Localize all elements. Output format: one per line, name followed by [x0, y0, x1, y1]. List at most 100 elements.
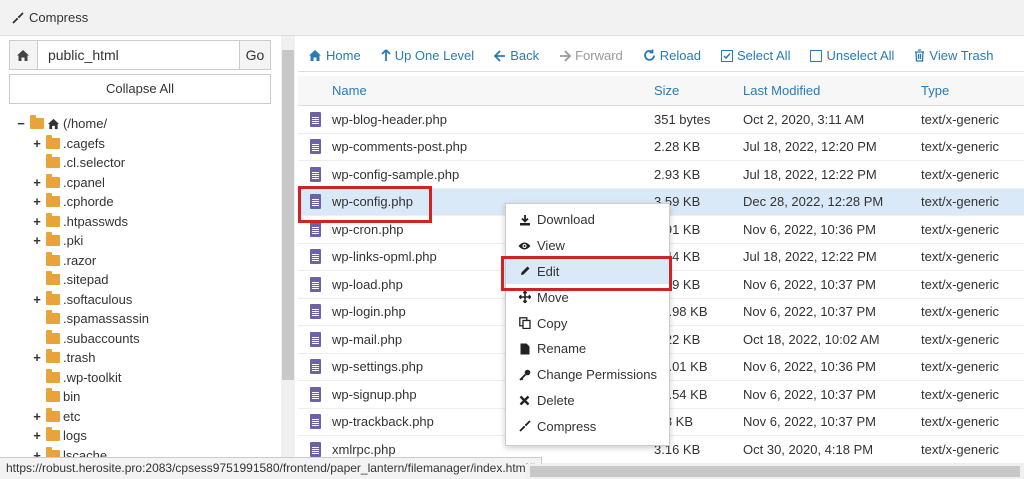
- unselect-all-button[interactable]: Unselect All: [800, 48, 904, 63]
- up-one-level-button[interactable]: Up One Level: [371, 48, 485, 63]
- eye-icon: [518, 241, 531, 251]
- expand-icon[interactable]: +: [32, 428, 42, 443]
- collapse-icon[interactable]: −: [16, 116, 26, 131]
- file-last-modified: Oct 2, 2020, 3:11 AM: [743, 111, 865, 127]
- directory-tree: − (/home/ + .cagefs .cl.selector + .cpanel + .cp…: [16, 114, 278, 465]
- file-last-modified: Nov 6, 2022, 10:37 PM: [743, 304, 876, 320]
- home-icon: [309, 50, 321, 61]
- expand-icon[interactable]: +: [32, 409, 42, 424]
- file-last-modified: Nov 6, 2022, 10:36 PM: [743, 359, 876, 375]
- tree-item[interactable]: + .htpasswds: [16, 212, 278, 232]
- file-icon: [309, 249, 321, 265]
- forward-button[interactable]: Forward: [549, 48, 633, 63]
- file-nav-toolbar: Home Up One Level Back Forward Reload Se…: [298, 40, 1024, 72]
- tree-item[interactable]: − (/home/: [16, 114, 278, 134]
- tree-item[interactable]: + .softaculous: [16, 290, 278, 310]
- file-icon: [309, 111, 321, 127]
- folder-icon: [46, 134, 60, 149]
- delete-icon: [518, 395, 531, 406]
- table-row[interactable]: wp-comments-post.php 2.28 KB Jul 18, 2022,…: [298, 134, 1024, 161]
- expand-icon[interactable]: +: [32, 350, 42, 365]
- table-row[interactable]: wp-config-sample.php 2.93 KB Jul 18, 2022,…: [298, 161, 1024, 189]
- folder-icon: [46, 173, 60, 188]
- expand-icon[interactable]: +: [32, 233, 42, 248]
- back-label: Back: [510, 48, 540, 63]
- expand-icon[interactable]: +: [32, 136, 42, 151]
- folder-icon: [46, 427, 60, 442]
- tree-item[interactable]: .razor: [16, 251, 278, 271]
- directory-panel: Go Collapse All − (/home/ + .cagefs .cl.sele…: [0, 36, 280, 479]
- tree-item[interactable]: .subaccounts: [16, 329, 278, 349]
- tree-item[interactable]: + logs: [16, 426, 278, 446]
- expand-icon[interactable]: +: [32, 214, 42, 229]
- menu-item-rename[interactable]: Rename: [506, 336, 669, 362]
- trash-icon: [915, 49, 925, 62]
- reload-icon: [643, 49, 655, 61]
- header-name[interactable]: Name: [332, 83, 654, 98]
- horizontal-scrollbar[interactable]: [526, 464, 1024, 479]
- go-button[interactable]: Go: [238, 41, 270, 69]
- path-input[interactable]: [37, 41, 239, 69]
- tree-item-label: .sitepad: [63, 272, 109, 288]
- view-trash-label: View Trash: [929, 48, 994, 63]
- folder-icon: [46, 349, 60, 364]
- reload-button[interactable]: Reload: [633, 48, 711, 63]
- path-bar: Go: [9, 40, 271, 70]
- path-home-button[interactable]: [10, 41, 38, 69]
- back-button[interactable]: Back: [484, 48, 549, 63]
- expand-icon[interactable]: +: [32, 194, 42, 209]
- file-type: text/x-generic: [921, 441, 1000, 457]
- header-size[interactable]: Size: [654, 83, 743, 98]
- home-button[interactable]: Home: [298, 48, 371, 63]
- header-type[interactable]: Type: [921, 83, 1024, 98]
- download-icon: [518, 214, 531, 226]
- menu-item-change-permissions[interactable]: Change Permissions: [506, 362, 669, 388]
- expand-icon[interactable]: +: [32, 292, 42, 307]
- menu-item-download[interactable]: Download: [506, 207, 669, 233]
- folder-icon: [46, 212, 60, 227]
- left-scrollbar-thumb[interactable]: [282, 50, 294, 380]
- tree-item[interactable]: bin: [16, 387, 278, 407]
- tree-item-label: .spamassassin: [63, 311, 149, 327]
- tree-item[interactable]: + .pki: [16, 231, 278, 251]
- tree-item-label: .htpasswds: [63, 213, 129, 229]
- folder-icon: [46, 271, 60, 286]
- file-size: 2.28 KB: [654, 139, 701, 155]
- tree-item[interactable]: + .cpanel: [16, 173, 278, 193]
- tree-item-label: .pki: [63, 233, 84, 249]
- file-last-modified: Nov 6, 2022, 10:37 PM: [743, 386, 876, 402]
- tree-item[interactable]: + .trash: [16, 348, 278, 368]
- file-last-modified: Jul 18, 2022, 12:20 PM: [743, 139, 877, 155]
- view-trash-button[interactable]: View Trash: [904, 48, 1003, 63]
- menu-item-compress[interactable]: Compress: [506, 413, 669, 439]
- tree-item[interactable]: + etc: [16, 407, 278, 427]
- tree-item[interactable]: + .cphorde: [16, 192, 278, 212]
- tree-item[interactable]: + .cagefs: [16, 134, 278, 154]
- tree-item-label: .subaccounts: [63, 330, 140, 346]
- menu-item-label: Rename: [537, 341, 587, 357]
- tree-item[interactable]: .spamassassin: [16, 309, 278, 329]
- file-name: wp-blog-header.php: [332, 111, 447, 127]
- file-name: wp-comments-post.php: [332, 139, 468, 155]
- menu-item-view[interactable]: View: [506, 233, 669, 259]
- file-last-modified: Dec 28, 2022, 12:28 PM: [743, 194, 884, 210]
- menu-item-label: Download: [537, 212, 595, 228]
- compress-button[interactable]: Compress: [12, 10, 88, 25]
- checked-box-icon: [720, 49, 733, 62]
- tree-item[interactable]: .cl.selector: [16, 153, 278, 173]
- key-icon: [518, 369, 531, 381]
- tree-item[interactable]: .wp-toolkit: [16, 368, 278, 388]
- tree-item-label: .wp-toolkit: [63, 369, 122, 385]
- horizontal-scrollbar-thumb[interactable]: [530, 466, 1020, 477]
- menu-item-delete[interactable]: Delete: [506, 388, 669, 414]
- menu-item-label: Move: [537, 289, 569, 305]
- header-last-modified[interactable]: Last Modified: [743, 83, 921, 98]
- expand-icon[interactable]: +: [32, 175, 42, 190]
- menu-item-copy[interactable]: Copy: [506, 310, 669, 336]
- tree-item[interactable]: .sitepad: [16, 270, 278, 290]
- collapse-all-button[interactable]: Collapse All: [9, 74, 271, 104]
- table-row[interactable]: wp-blog-header.php 351 bytes Oct 2, 2020, …: [298, 106, 1024, 134]
- select-all-button[interactable]: Select All: [711, 48, 800, 63]
- file-icon-cell: [298, 139, 332, 155]
- left-scrollbar[interactable]: [281, 36, 295, 479]
